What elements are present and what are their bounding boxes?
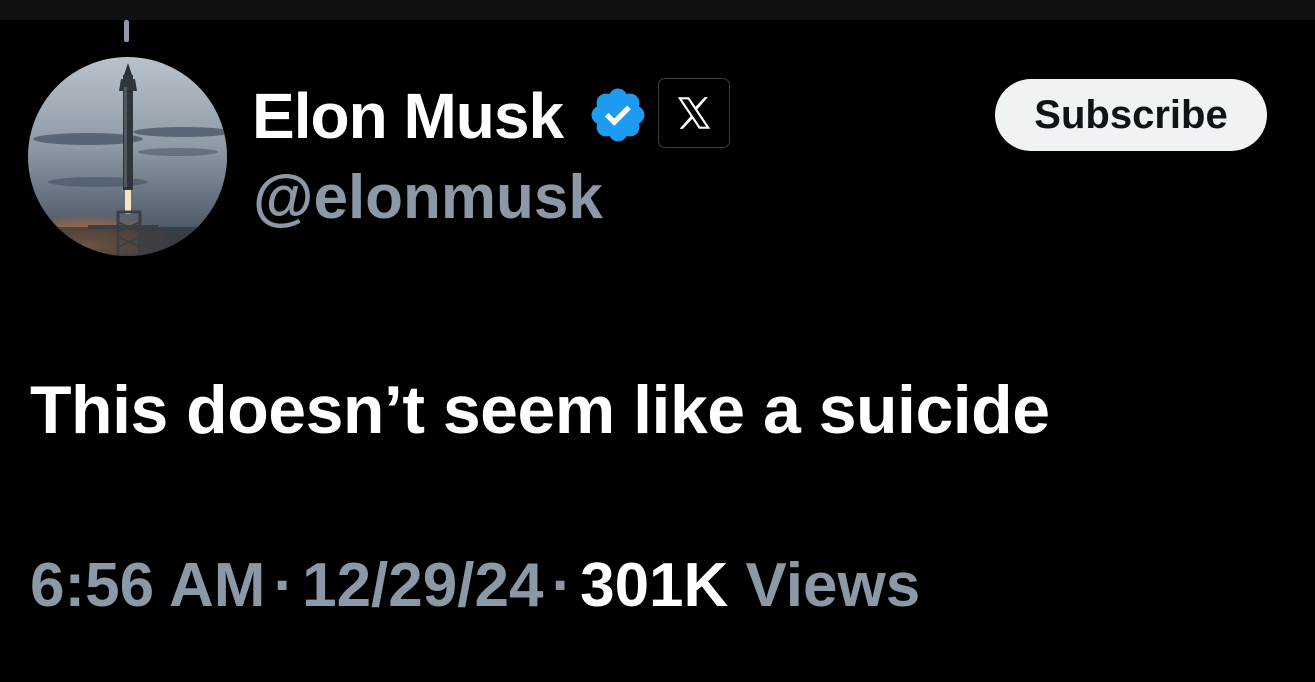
subscribe-button[interactable]: Subscribe (995, 79, 1267, 151)
top-divider (0, 0, 1315, 20)
tweet-time[interactable]: 6:56 AM (30, 551, 265, 620)
verified-check-icon[interactable] (587, 84, 649, 146)
author-display-name[interactable]: Elon Musk (252, 80, 564, 152)
tweet-meta: 6:56 AM · 12/29/24 · 301K Views (30, 548, 920, 624)
meta-separator: · (273, 551, 295, 620)
x-logo-icon[interactable] (658, 78, 730, 148)
meta-separator: · (551, 551, 573, 620)
tweet-date[interactable]: 12/29/24 (302, 551, 543, 620)
avatar[interactable] (28, 57, 227, 256)
views-count[interactable]: 301K (580, 551, 728, 620)
thread-connector-line (124, 20, 129, 42)
avatar-rocket-image (28, 57, 227, 256)
views-label: Views (745, 551, 921, 620)
author-handle[interactable]: @elonmusk (253, 163, 603, 233)
tweet-text: This doesn’t seem like a suicide (30, 372, 1050, 448)
